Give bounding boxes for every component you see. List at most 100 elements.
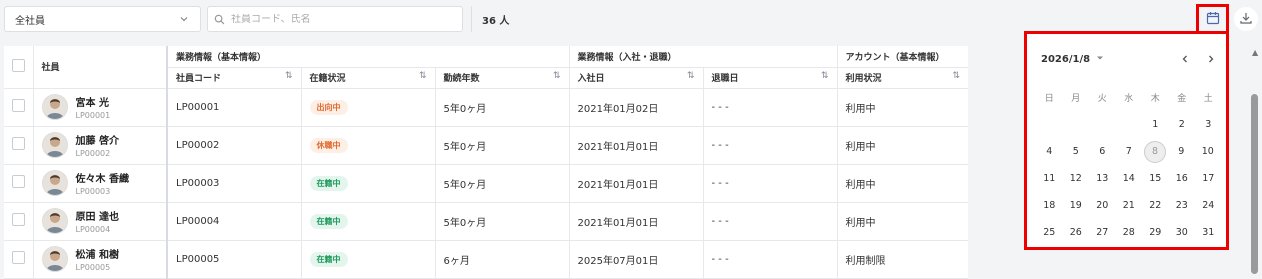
usage-cell: 利用中 bbox=[836, 202, 969, 241]
col-header-code[interactable]: 社員コード ⇅ bbox=[166, 67, 301, 89]
weekday-label: 木 bbox=[1150, 94, 1160, 104]
employee-cell[interactable]: 原田 達也 LP00004 bbox=[32, 202, 168, 241]
calendar-empty bbox=[1063, 113, 1090, 137]
calendar-day[interactable]: 16 bbox=[1169, 167, 1196, 191]
calendar-day[interactable]: 28 bbox=[1116, 221, 1143, 245]
month-selector[interactable]: 2026/1/8 bbox=[1041, 54, 1104, 65]
table-row[interactable]: 佐々木 香織 LP00003 LP00003 在籍中 5年0ヶ月 2021年01… bbox=[4, 164, 969, 203]
row-checkbox[interactable] bbox=[12, 213, 25, 226]
divider bbox=[471, 6, 472, 32]
col-header-usage[interactable]: 利用状況 ⇅ bbox=[836, 67, 969, 89]
company-select[interactable]: 全社員 bbox=[4, 6, 201, 32]
col-header-join-date[interactable]: 入社日 ⇅ bbox=[568, 67, 703, 89]
employee-id: LP00003 bbox=[75, 187, 111, 196]
calendar-day[interactable]: 19 bbox=[1063, 194, 1090, 218]
employee-cell[interactable]: 松浦 和樹 LP00005 bbox=[32, 240, 168, 279]
calendar-day[interactable]: 24 bbox=[1195, 194, 1222, 218]
select-all-checkbox[interactable] bbox=[12, 58, 25, 72]
calendar-day[interactable]: 12 bbox=[1063, 167, 1090, 191]
calendar-day[interactable]: 29 bbox=[1142, 221, 1169, 245]
prev-month-button[interactable] bbox=[1175, 49, 1195, 69]
usage-cell: 利用中 bbox=[836, 88, 969, 127]
calendar-day[interactable]: 25 bbox=[1036, 221, 1063, 245]
calendar-day[interactable]: 22 bbox=[1142, 194, 1169, 218]
calendar-day[interactable]: 10 bbox=[1195, 140, 1222, 164]
status-cell: 出向中 bbox=[300, 88, 435, 127]
employee-name: 佐々木 香織 bbox=[75, 174, 129, 185]
download-button[interactable] bbox=[1234, 7, 1258, 31]
calendar-day[interactable]: 2 bbox=[1169, 113, 1196, 137]
status-cell: 在籍中 bbox=[300, 240, 435, 279]
employee-cell[interactable]: 宮本 光 LP00001 bbox=[32, 88, 168, 127]
calendar-day[interactable]: 4 bbox=[1036, 140, 1063, 164]
calendar-day[interactable]: 5 bbox=[1063, 140, 1090, 164]
sort-icon[interactable]: ⇅ bbox=[821, 71, 829, 81]
col-header-leave-date[interactable]: 退職日 ⇅ bbox=[702, 67, 838, 89]
table-row[interactable]: 原田 達也 LP00004 LP00004 在籍中 5年0ヶ月 2021年01月… bbox=[4, 202, 969, 241]
calendar-day[interactable]: 23 bbox=[1169, 194, 1196, 218]
years-cell: 6ヶ月 bbox=[434, 240, 569, 279]
calendar-day[interactable]: 7 bbox=[1116, 140, 1143, 164]
week-row: 18 19 20 21 22 23 24 bbox=[1036, 192, 1222, 219]
table-row[interactable]: 松浦 和樹 LP00005 LP00005 在籍中 6ヶ月 2025年07月01… bbox=[4, 240, 969, 279]
leave-date-cell: - - - bbox=[702, 240, 838, 279]
usage-cell: 利用中 bbox=[836, 126, 969, 165]
calendar-day[interactable]: 20 bbox=[1089, 194, 1116, 218]
calendar-day[interactable]: 8 bbox=[1144, 140, 1166, 163]
search-input[interactable] bbox=[231, 13, 451, 25]
employee-cell[interactable]: 加藤 啓介 LP00002 bbox=[32, 126, 168, 165]
status-cell: 在籍中 bbox=[300, 164, 435, 203]
calendar-day[interactable]: 1 bbox=[1142, 113, 1169, 137]
employee-id: LP00002 bbox=[75, 149, 111, 158]
weekday-label: 土 bbox=[1203, 94, 1213, 104]
search-box[interactable] bbox=[207, 6, 463, 32]
col-header-usage-label: 利用状況 bbox=[845, 74, 882, 84]
employee-count: 36 人 bbox=[482, 16, 510, 27]
calendar-button[interactable] bbox=[1196, 4, 1229, 34]
weekday-label: 日 bbox=[1044, 94, 1054, 104]
row-checkbox[interactable] bbox=[12, 99, 25, 112]
col-header-years[interactable]: 勤続年数 ⇅ bbox=[434, 67, 569, 89]
table-row[interactable]: 宮本 光 LP00001 LP00001 出向中 5年0ヶ月 2021年01月0… bbox=[4, 88, 969, 127]
scroll-up-arrow-icon[interactable]: ▲ bbox=[1252, 48, 1258, 57]
current-date: 2026/1/8 bbox=[1041, 54, 1091, 65]
avatar bbox=[41, 132, 68, 158]
join-date-cell: 2021年01月01日 bbox=[568, 202, 703, 241]
calendar-day[interactable]: 14 bbox=[1116, 167, 1143, 191]
row-checkbox[interactable] bbox=[12, 251, 25, 264]
employee-name: 加藤 啓介 bbox=[75, 136, 119, 147]
calendar-empty bbox=[1036, 113, 1063, 137]
calendar-day[interactable]: 9 bbox=[1168, 140, 1195, 164]
calendar-day[interactable]: 17 bbox=[1195, 167, 1222, 191]
employee-info: 原田 達也 LP00004 bbox=[41, 208, 159, 234]
sort-icon[interactable]: ⇅ bbox=[553, 71, 561, 81]
vertical-scrollbar[interactable]: ▲ bbox=[1249, 46, 1262, 274]
scroll-thumb[interactable] bbox=[1251, 94, 1258, 274]
sort-icon[interactable]: ⇅ bbox=[687, 71, 695, 81]
avatar bbox=[41, 170, 68, 196]
row-checkbox[interactable] bbox=[12, 137, 25, 150]
sort-icon[interactable]: ⇅ bbox=[285, 71, 293, 81]
calendar-day[interactable]: 3 bbox=[1195, 113, 1222, 137]
calendar-day[interactable]: 27 bbox=[1089, 221, 1116, 245]
row-checkbox[interactable] bbox=[12, 175, 25, 188]
calendar-day[interactable]: 18 bbox=[1036, 194, 1063, 218]
calendar-day[interactable]: 21 bbox=[1116, 194, 1143, 218]
calendar-day[interactable]: 6 bbox=[1089, 140, 1116, 164]
employee-cell[interactable]: 佐々木 香織 LP00003 bbox=[32, 164, 168, 203]
calendar-day[interactable]: 26 bbox=[1063, 221, 1090, 245]
calendar-day[interactable]: 30 bbox=[1169, 221, 1196, 245]
calendar-day[interactable]: 15 bbox=[1142, 167, 1169, 191]
table-row[interactable]: 加藤 啓介 LP00002 LP00002 休職中 5年0ヶ月 2021年01月… bbox=[4, 126, 969, 165]
col-header-status[interactable]: 在籍状況 ⇅ bbox=[300, 67, 435, 89]
calendar-day[interactable]: 31 bbox=[1195, 221, 1222, 245]
row-check-cell bbox=[4, 240, 33, 279]
employee-id: LP00001 bbox=[75, 111, 111, 120]
avatar bbox=[41, 94, 68, 120]
sort-icon[interactable]: ⇅ bbox=[419, 71, 427, 81]
sort-icon[interactable]: ⇅ bbox=[952, 71, 960, 81]
next-month-button[interactable] bbox=[1201, 49, 1221, 69]
calendar-day[interactable]: 13 bbox=[1089, 167, 1116, 191]
caret-down-icon bbox=[1096, 54, 1104, 65]
calendar-day[interactable]: 11 bbox=[1036, 167, 1063, 191]
